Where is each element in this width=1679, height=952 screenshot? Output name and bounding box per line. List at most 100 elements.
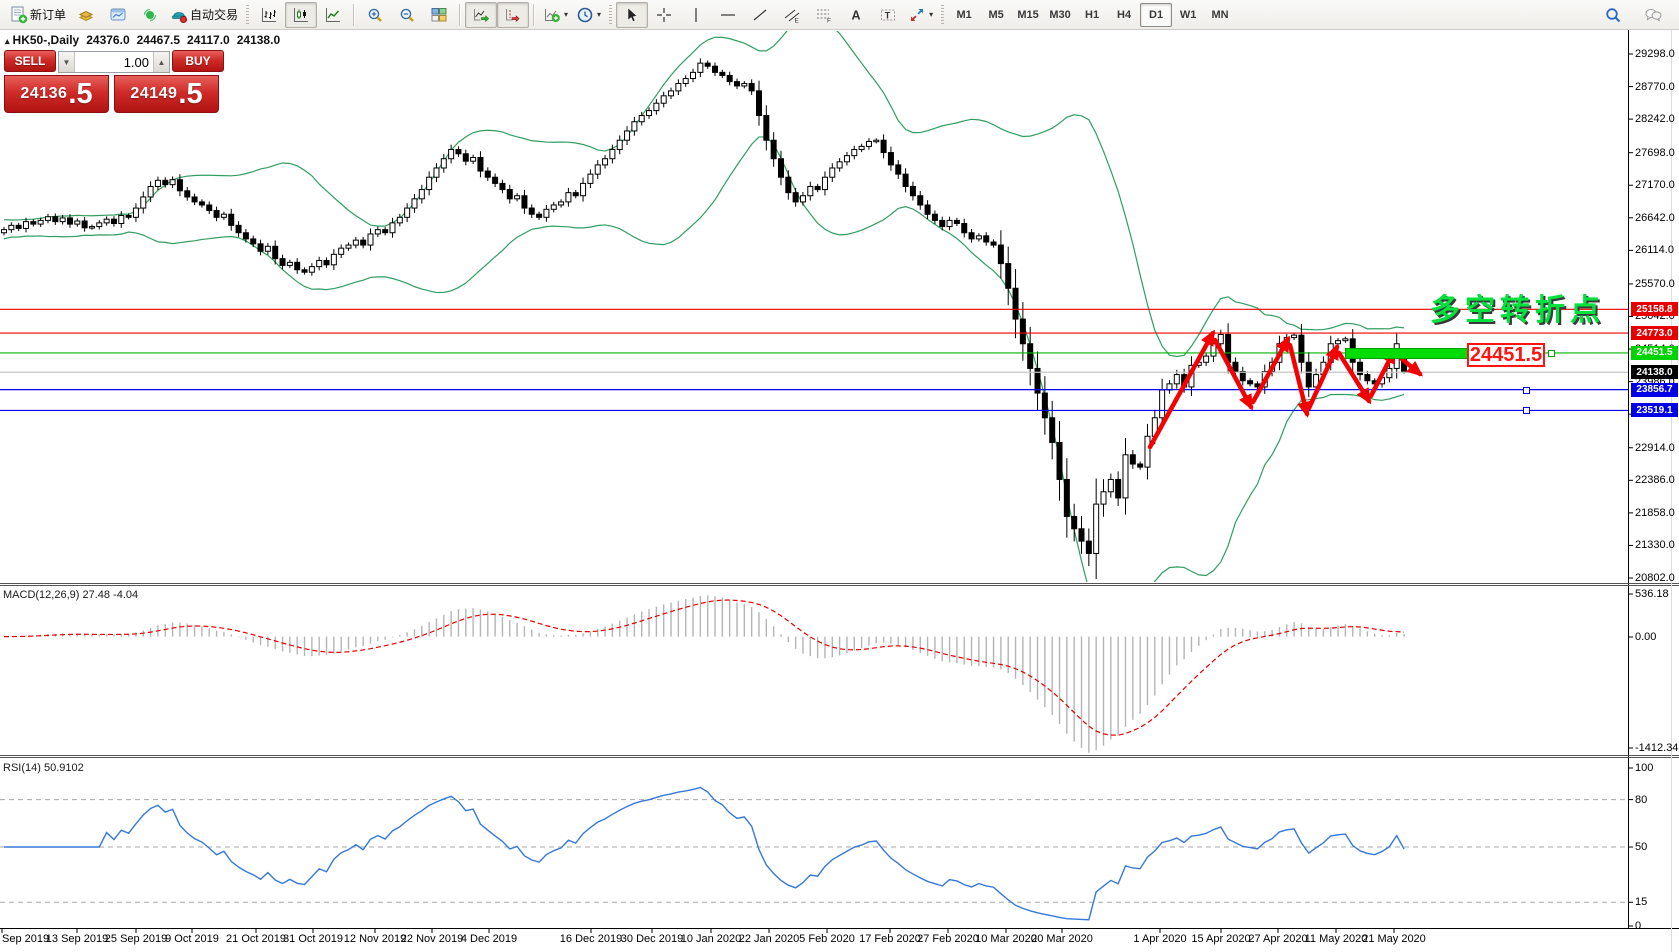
timeframe-button-M15[interactable]: M15 bbox=[1012, 3, 1044, 27]
ohlc-high: 24467.5 bbox=[137, 33, 180, 47]
toolbar-grip bbox=[246, 5, 249, 25]
market-watch-button[interactable] bbox=[70, 2, 102, 28]
hline-icon bbox=[719, 6, 737, 24]
auto-trading-button-label: 自动交易 bbox=[190, 6, 238, 23]
chevron-down-icon: ▾ bbox=[597, 10, 601, 19]
sell-price-main: 24136 bbox=[20, 85, 67, 103]
arrows-button[interactable]: ▾ bbox=[904, 2, 937, 28]
sell-price-frac: .5 bbox=[68, 80, 92, 108]
search-button[interactable] bbox=[1597, 2, 1629, 28]
text-label-button[interactable]: T bbox=[872, 2, 904, 28]
object-anchor-marker[interactable] bbox=[1523, 387, 1530, 394]
label-icon: T bbox=[879, 6, 897, 24]
horizontal-line-button[interactable] bbox=[712, 2, 744, 28]
toolbar-separator bbox=[533, 4, 535, 26]
zoom-in-icon bbox=[366, 6, 384, 24]
toolbar-separator bbox=[353, 4, 355, 26]
zoom-in-button[interactable] bbox=[359, 2, 391, 28]
fibonacci-icon: F bbox=[815, 6, 833, 24]
indicators-button[interactable]: ▾ bbox=[539, 2, 572, 28]
new-order-button[interactable]: 新订单 bbox=[6, 2, 70, 28]
timeframe-button-MN[interactable]: MN bbox=[1204, 3, 1236, 27]
timeframe-button-M1[interactable]: M1 bbox=[948, 3, 980, 27]
zoom-out-button[interactable] bbox=[391, 2, 423, 28]
turning-point-annotation[interactable]: 多空转折点 bbox=[1430, 285, 1605, 329]
mt4-window: 新订单 自动交易 ▾ ▾ E F A T ▾ M1M5M15M30H1H4D1W1MN ▴HK50… bbox=[0, 0, 1679, 952]
buy-button[interactable]: BUY bbox=[172, 50, 224, 72]
channel-icon: E bbox=[783, 6, 801, 24]
sell-button[interactable]: SELL bbox=[4, 50, 56, 72]
svg-text:A: A bbox=[852, 8, 861, 22]
symbol-name: HK50-,Daily bbox=[13, 33, 80, 47]
chart-svg bbox=[0, 0, 1679, 952]
auto-trading-icon bbox=[170, 6, 188, 24]
trendline-button[interactable] bbox=[744, 2, 776, 28]
tile-windows-icon bbox=[430, 6, 448, 24]
bar-chart-icon bbox=[260, 6, 278, 24]
news-button[interactable] bbox=[134, 2, 166, 28]
chart-window-button[interactable] bbox=[102, 2, 134, 28]
timeframe-button-H4[interactable]: H4 bbox=[1108, 3, 1140, 27]
object-anchor-marker[interactable] bbox=[1523, 407, 1530, 414]
trendline-icon bbox=[751, 6, 769, 24]
toolbar-grip bbox=[941, 5, 944, 25]
candlestick-icon bbox=[292, 6, 310, 24]
chart-window-icon bbox=[109, 6, 127, 24]
line-chart-button[interactable] bbox=[317, 2, 349, 28]
timeframe-button-M5[interactable]: M5 bbox=[980, 3, 1012, 27]
timeframe-button-D1[interactable]: D1 bbox=[1140, 3, 1172, 27]
line-chart-icon bbox=[324, 6, 342, 24]
object-anchor-marker[interactable] bbox=[1548, 350, 1555, 357]
volume-decrease-button[interactable]: ▼ bbox=[59, 52, 75, 72]
toolbar: 新订单 自动交易 ▾ ▾ E F A T ▾ M1M5M15M30H1H4D1W1MN bbox=[0, 0, 1679, 30]
chat-icon bbox=[1644, 6, 1662, 24]
chevron-down-icon: ▾ bbox=[929, 10, 933, 19]
chart-shift-icon bbox=[504, 6, 522, 24]
buy-price-main: 24149 bbox=[130, 85, 177, 103]
vertical-line-button[interactable] bbox=[680, 2, 712, 28]
equidistant-channel-button[interactable]: E bbox=[776, 2, 808, 28]
cursor-button[interactable] bbox=[616, 2, 648, 28]
tile-windows-button[interactable] bbox=[423, 2, 455, 28]
fibonacci-button[interactable]: F bbox=[808, 2, 840, 28]
svg-text:F: F bbox=[827, 17, 831, 24]
periods-icon bbox=[576, 6, 594, 24]
buy-price-button[interactable]: 24149 .5 bbox=[114, 75, 219, 113]
volume-stepper: ▼ ▲ bbox=[58, 51, 170, 73]
volume-increase-button[interactable]: ▲ bbox=[153, 52, 169, 72]
crosshair-button[interactable] bbox=[648, 2, 680, 28]
new-order-icon bbox=[10, 6, 28, 24]
symbol-ohlc-line: ▴HK50-,Daily 24376.0 24467.5 24117.0 24138.0 bbox=[5, 33, 287, 47]
arrows-icon bbox=[908, 6, 926, 24]
cursor-icon bbox=[623, 6, 641, 24]
toolbar-separator bbox=[459, 4, 461, 26]
symbol-marker-icon: ▴ bbox=[5, 36, 10, 46]
chevron-down-icon: ▾ bbox=[564, 10, 568, 19]
one-click-trading-panel: SELL ▼ ▲ BUY 24136 .5 24149 .5 bbox=[4, 50, 224, 113]
highlight-bar[interactable] bbox=[1345, 348, 1470, 359]
indicators-icon bbox=[543, 6, 561, 24]
sell-price-button[interactable]: 24136 .5 bbox=[4, 75, 109, 113]
ohlc-low: 24117.0 bbox=[187, 33, 230, 47]
text-button[interactable]: A bbox=[840, 2, 872, 28]
toolbar-right bbox=[1597, 2, 1673, 28]
ohlc-close: 24138.0 bbox=[237, 33, 280, 47]
timeframe-button-M30[interactable]: M30 bbox=[1044, 3, 1076, 27]
market-watch-icon bbox=[77, 6, 95, 24]
ohlc-open: 24376.0 bbox=[86, 33, 129, 47]
auto-scroll-button[interactable] bbox=[465, 2, 497, 28]
crosshair-icon bbox=[655, 6, 673, 24]
periods-button[interactable]: ▾ bbox=[572, 2, 605, 28]
chat-button[interactable] bbox=[1637, 2, 1669, 28]
bar-chart-button[interactable] bbox=[253, 2, 285, 28]
auto-trading-button[interactable]: 自动交易 bbox=[166, 2, 242, 28]
svg-text:E: E bbox=[795, 17, 800, 24]
price-callout-box[interactable]: 24451.5 bbox=[1467, 343, 1545, 367]
volume-input[interactable] bbox=[75, 52, 153, 72]
chart-shift-button[interactable] bbox=[497, 2, 529, 28]
timeframe-button-W1[interactable]: W1 bbox=[1172, 3, 1204, 27]
candlestick-button[interactable] bbox=[285, 2, 317, 28]
buy-price-frac: .5 bbox=[178, 80, 202, 108]
timeframe-button-H1[interactable]: H1 bbox=[1076, 3, 1108, 27]
search-icon bbox=[1604, 6, 1622, 24]
